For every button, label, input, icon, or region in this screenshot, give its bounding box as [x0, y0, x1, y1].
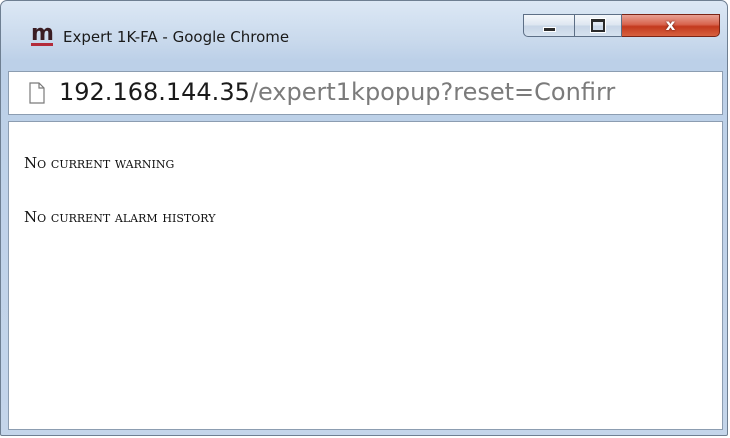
url-path: /expert1kpopup?reset=Confirr	[249, 78, 616, 106]
minimize-icon	[542, 27, 556, 32]
maximize-icon	[590, 18, 606, 33]
close-icon: x	[665, 16, 676, 34]
page-icon	[29, 82, 45, 104]
url-host: 192.168.144.35	[59, 78, 250, 106]
minimize-button[interactable]	[523, 14, 575, 37]
url-text[interactable]: 192.168.144.35/expert1kpopup?reset=Confi…	[59, 78, 615, 106]
page-content: No current warning No current alarm hist…	[8, 121, 723, 430]
alarm-history-status-text: No current alarm history	[24, 208, 216, 226]
close-button[interactable]: x	[622, 14, 720, 37]
app-logo-icon: m	[31, 23, 55, 46]
address-bar[interactable]: 192.168.144.35/expert1kpopup?reset=Confi…	[8, 71, 723, 115]
warning-status-text: No current warning	[24, 154, 175, 172]
window-title: Expert 1K-FA - Google Chrome	[63, 28, 290, 46]
title-bar[interactable]: m Expert 1K-FA - Google Chrome x	[1, 1, 727, 57]
browser-popup-window: m Expert 1K-FA - Google Chrome x 192.168…	[0, 0, 728, 436]
app-logo-underline	[31, 43, 53, 46]
window-controls: x	[523, 14, 724, 39]
maximize-button[interactable]	[575, 14, 622, 37]
